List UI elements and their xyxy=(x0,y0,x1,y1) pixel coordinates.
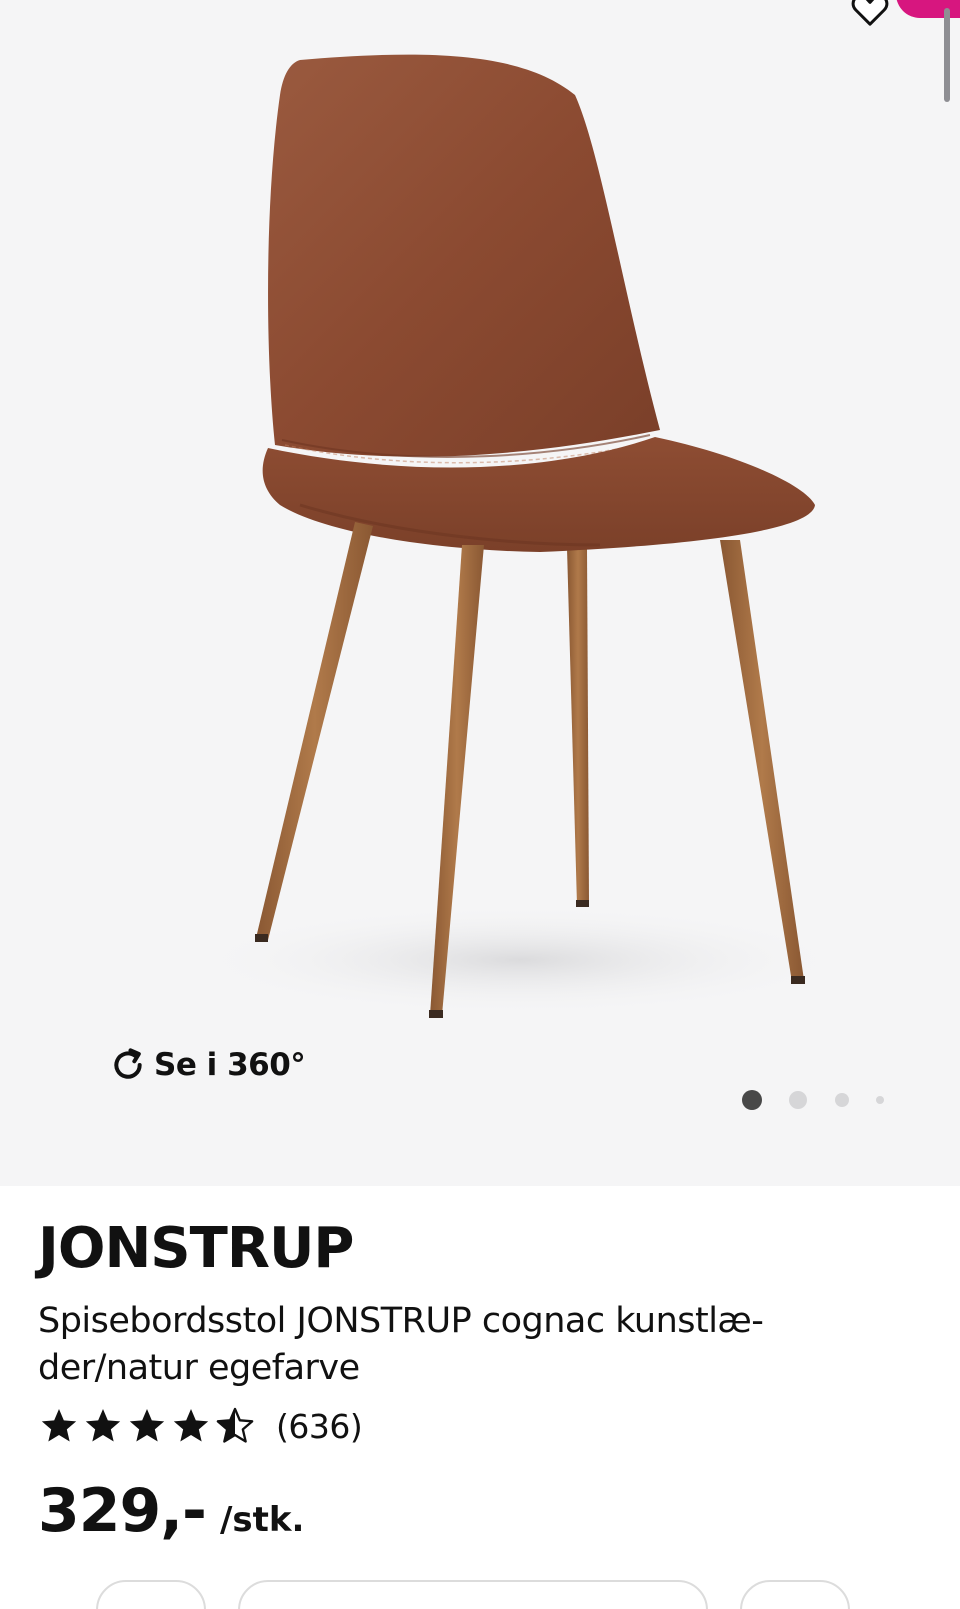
carousel-dot[interactable] xyxy=(835,1093,849,1107)
price-unit: /stk. xyxy=(219,1500,305,1540)
rating-summary[interactable]: (636) xyxy=(38,1406,363,1446)
carousel-indicator xyxy=(0,1089,960,1111)
product-description: Spisebordsstol JONSTRUP cognac kunstlæ-d… xyxy=(38,1298,898,1392)
wishlist-button[interactable] xyxy=(846,0,894,34)
product-image[interactable] xyxy=(0,0,960,1186)
star-icon xyxy=(41,1409,77,1442)
option-pills xyxy=(0,1580,960,1609)
option-pill[interactable] xyxy=(238,1580,708,1609)
scrollbar-thumb[interactable] xyxy=(944,8,950,102)
carousel-dot[interactable] xyxy=(789,1091,807,1109)
product-title: JONSTRUP xyxy=(38,1216,354,1281)
view-360-button[interactable]: Se i 360° xyxy=(108,1045,306,1085)
heart-icon xyxy=(851,0,889,26)
option-pill[interactable] xyxy=(740,1580,850,1609)
product-description-line: der/natur egefarve xyxy=(38,1348,360,1388)
rating-stars xyxy=(38,1406,256,1446)
product-gallery[interactable]: Se i 360° xyxy=(0,0,960,1186)
view-360-label: Se i 360° xyxy=(154,1047,306,1083)
product-description-line: Spisebordsstol JONSTRUP cognac kunstlæ- xyxy=(38,1301,764,1341)
product-info: JONSTRUP Spisebordsstol JONSTRUP cognac … xyxy=(0,1186,960,1609)
carousel-dot-active[interactable] xyxy=(742,1090,762,1110)
star-icon xyxy=(85,1409,121,1442)
rating-count: (636) xyxy=(276,1406,363,1446)
option-pill[interactable] xyxy=(96,1580,206,1609)
star-icon xyxy=(173,1409,209,1442)
star-icon xyxy=(129,1409,165,1442)
star-half-icon xyxy=(216,1407,254,1443)
carousel-dot[interactable] xyxy=(876,1096,884,1104)
price-amount: 329,- xyxy=(38,1476,207,1546)
price: 329,- /stk. xyxy=(38,1476,304,1546)
rotate-360-icon xyxy=(114,1048,142,1079)
